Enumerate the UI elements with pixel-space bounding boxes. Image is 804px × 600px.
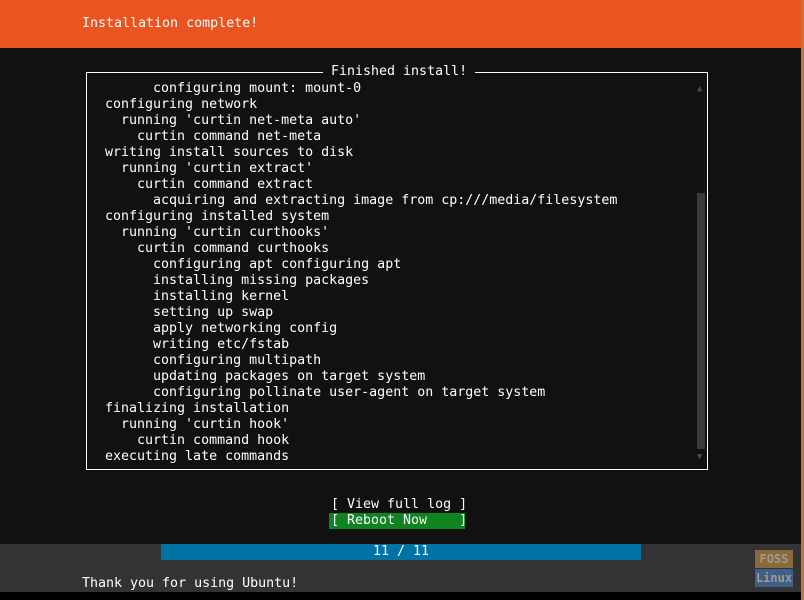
log-line: configuring mount: mount-0 xyxy=(105,81,362,96)
header-bar: Installation complete! xyxy=(0,0,801,48)
log-line: acquiring and extracting image from cp:/… xyxy=(105,193,618,208)
footer-message: Thank you for using Ubuntu! xyxy=(82,576,299,591)
progress-text: 11 / 11 xyxy=(372,544,430,559)
scrollbar-thumb[interactable] xyxy=(697,193,705,449)
log-line: configuring network xyxy=(105,97,258,112)
log-line: curtin command hook xyxy=(105,433,290,448)
log-line: setting up swap xyxy=(105,305,274,320)
log-line: configuring multipath xyxy=(105,353,322,368)
reboot-now-button[interactable]: [ Reboot Now ] xyxy=(329,513,467,529)
log-line: curtin command net-meta xyxy=(105,129,322,144)
watermark-foss: FOSS xyxy=(755,550,793,568)
install-log-panel: Finished install! configuring mount: mou… xyxy=(86,64,708,470)
log-line: curtin command curthooks xyxy=(105,241,330,256)
log-line: configuring installed system xyxy=(105,209,330,224)
log-line: running 'curtin curthooks' xyxy=(105,225,330,240)
log-line: writing etc/fstab xyxy=(105,337,290,352)
progress-bar: 11 / 11 xyxy=(161,544,641,560)
watermark-linux: Linux xyxy=(755,569,793,587)
view-full-log-button[interactable]: [ View full log ] xyxy=(331,497,467,513)
log-line: executing late commands xyxy=(105,449,290,464)
log-line: installing kernel xyxy=(105,289,290,304)
log-panel-title: Finished install! xyxy=(323,64,476,80)
log-lines: configuring mount: mount-0 configuring ne… xyxy=(105,81,687,465)
log-line: installing missing packages xyxy=(105,273,370,288)
bottom-strip xyxy=(0,592,801,600)
log-line: updating packages on target system xyxy=(105,369,426,384)
log-line: finalizing installation xyxy=(105,401,290,416)
log-line: writing install sources to disk xyxy=(105,145,354,160)
log-line: configuring pollinate user-agent on targ… xyxy=(105,385,546,400)
log-line: apply networking config xyxy=(105,321,338,336)
log-line: running 'curtin extract' xyxy=(105,161,314,176)
log-line: running 'curtin hook' xyxy=(105,417,290,432)
log-line: curtin command extract xyxy=(105,177,314,192)
log-line: running 'curtin net-meta auto' xyxy=(105,113,362,128)
page-title: Installation complete! xyxy=(82,16,259,31)
log-line: configuring apt configuring apt xyxy=(105,257,402,272)
scroll-up-arrow-icon[interactable]: ▲ xyxy=(697,85,705,94)
scroll-down-arrow-icon[interactable]: ▼ xyxy=(697,453,705,462)
